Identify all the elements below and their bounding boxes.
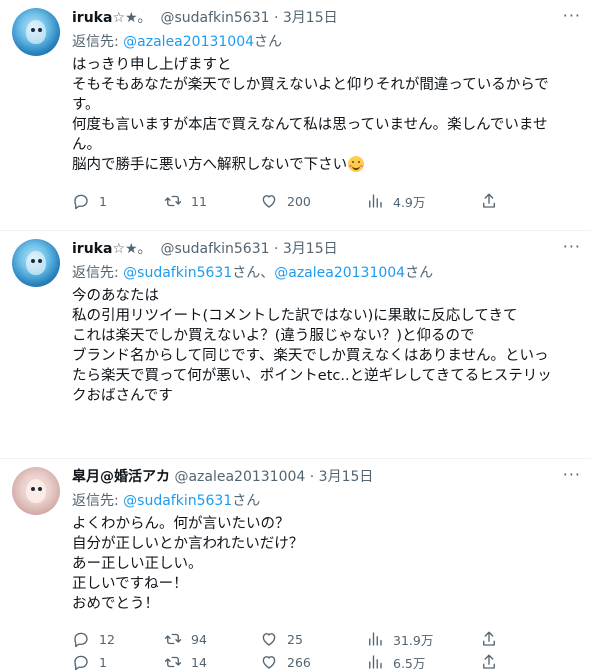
- analytics-icon: [369, 194, 382, 208]
- reply-context: 返信先: @sudafkin5631さん: [72, 493, 261, 509]
- share-button[interactable]: [480, 652, 498, 672]
- more-horizontal-icon[interactable]: ···: [563, 465, 581, 484]
- reply-icon: [74, 655, 88, 671]
- tweet-text: よくわからん。何が言いたいの？ 自分が正しいとか言われたいだけ？ あー正しい正し…: [72, 516, 304, 612]
- share-icon: [483, 654, 495, 669]
- reply-button[interactable]: 1: [72, 191, 107, 211]
- handle[interactable]: @sudafkin5631: [160, 241, 269, 257]
- share-icon: [483, 631, 495, 646]
- retweet-icon: [164, 633, 182, 645]
- views-button[interactable]: 31.9万: [366, 629, 433, 649]
- views-button[interactable]: 6.5万: [366, 652, 425, 672]
- heart-icon: [262, 633, 276, 646]
- retweet-icon: [164, 195, 182, 207]
- views-button[interactable]: 4.9万: [366, 191, 425, 211]
- reply-icon: [74, 194, 88, 210]
- mention-link[interactable]: @sudafkin5631: [123, 493, 232, 509]
- retweet-icon: [164, 656, 182, 668]
- like-button[interactable]: 25: [260, 629, 303, 649]
- retweet-button[interactable]: 11: [164, 191, 207, 211]
- tweet-header: 皐月@婚活アカ @azalea20131004 · 3月15日: [72, 469, 374, 485]
- analytics-icon: [369, 632, 382, 646]
- tweet-actions: 12 94 25 31.9万: [72, 629, 579, 649]
- more-horizontal-icon[interactable]: ···: [563, 6, 581, 25]
- mention-link[interactable]: @azalea20131004: [123, 34, 254, 50]
- like-button[interactable]: 266: [260, 652, 311, 672]
- like-button[interactable]: 200: [260, 191, 311, 211]
- share-button[interactable]: [480, 629, 498, 649]
- reply-context: 返信先: @sudafkin5631さん、@azalea20131004さん: [72, 265, 434, 281]
- timestamp[interactable]: 3月15日: [283, 10, 338, 26]
- timestamp[interactable]: 3月15日: [319, 469, 374, 485]
- name-badge: ☆★。: [112, 10, 152, 26]
- reply-button[interactable]: 12: [72, 629, 115, 649]
- smiling-face-emoji: [348, 156, 365, 172]
- mention-link[interactable]: @azalea20131004: [274, 265, 405, 281]
- reply-context: 返信先: @azalea20131004さん: [72, 34, 283, 50]
- tweet-actions: 1 11 200 4.9万: [72, 191, 579, 211]
- analytics-icon: [369, 655, 382, 669]
- retweet-button[interactable]: 94: [164, 629, 207, 649]
- share-icon: [483, 193, 495, 208]
- reply-icon: [74, 632, 88, 648]
- more-horizontal-icon[interactable]: ···: [563, 237, 581, 256]
- avatar[interactable]: [12, 8, 60, 56]
- name-badge: ☆★。: [112, 241, 152, 257]
- tweet[interactable]: 皐月@婚活アカ @azalea20131004 · 3月15日 ··· 返信先:…: [0, 459, 591, 653]
- handle[interactable]: @sudafkin5631: [160, 10, 269, 26]
- mention-link[interactable]: @sudafkin5631: [123, 265, 232, 281]
- tweet[interactable]: iruka☆★。 @sudafkin5631 · 3月15日 ··· 返信先: …: [0, 0, 591, 231]
- tweet-header: iruka☆★。 @sudafkin5631 · 3月15日: [72, 241, 338, 257]
- display-name[interactable]: 皐月@婚活アカ: [72, 469, 170, 485]
- heart-icon: [262, 656, 276, 669]
- timestamp[interactable]: 3月15日: [283, 241, 338, 257]
- reply-button[interactable]: 1: [72, 652, 107, 672]
- tweet-actions: 1 14 266 6.5万: [72, 652, 579, 672]
- tweet-text: 今のあなたは 私の引用リツイート(コメントした訳ではない)に果敢に反応してきて …: [72, 288, 552, 404]
- retweet-button[interactable]: 14: [164, 652, 207, 672]
- heart-icon: [262, 195, 276, 208]
- tweet-header: iruka☆★。 @sudafkin5631 · 3月15日: [72, 10, 338, 26]
- tweet[interactable]: iruka☆★。 @sudafkin5631 · 3月15日 ··· 返信先: …: [0, 231, 591, 671]
- tweet-text: はっきり申し上げますと そもそもあなたが楽天でしか買えないよと仰りそれが間違って…: [72, 57, 549, 173]
- share-button[interactable]: [480, 191, 498, 211]
- display-name[interactable]: iruka: [72, 10, 112, 26]
- display-name[interactable]: iruka: [72, 241, 112, 257]
- avatar[interactable]: [12, 239, 60, 287]
- avatar[interactable]: [12, 467, 60, 515]
- handle[interactable]: @azalea20131004: [174, 469, 305, 485]
